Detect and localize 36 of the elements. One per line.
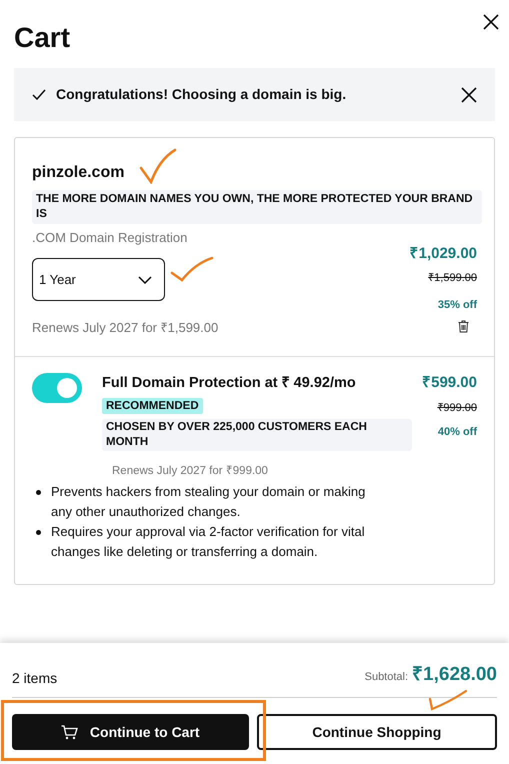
annotation-checkmark [170, 256, 214, 282]
term-select[interactable]: 1 Year [32, 258, 165, 301]
bullet-icon [36, 530, 41, 535]
original-price: ₹999.00 [437, 400, 477, 416]
cart-title: Cart [14, 21, 70, 55]
close-icon[interactable] [461, 86, 477, 102]
continue-to-cart-button[interactable]: Continue to Cart [12, 714, 248, 750]
feature-text: Requires your approval via 2-factor verification for vital changes like deleting or transferring a domain. [51, 522, 366, 561]
discount-label: 40% off [438, 425, 477, 440]
cart-icon [60, 724, 78, 740]
continue-shopping-button[interactable]: Continue Shopping [256, 714, 497, 750]
discount-label: 35% off [438, 298, 477, 312]
check-icon [32, 88, 46, 100]
subtotal-label: Subtotal: [364, 670, 408, 684]
trash-icon[interactable] [458, 320, 469, 333]
toggle-switch[interactable] [32, 372, 82, 402]
renewal-note: Renews July 2027 for ₹999.00 [112, 464, 269, 478]
product-label: .COM Domain Registration [32, 230, 188, 246]
price: ₹599.00 [422, 372, 477, 392]
banner-message: Congratulations! Choosing a domain is big. [56, 85, 348, 104]
recommended-badge: RECOMMENDED [102, 398, 203, 414]
protection-title: Full Domain Protection at ₹ 49.92/mo [102, 374, 357, 392]
customers-note: CHOSEN BY OVER 225,000 CUSTOMERS EACH MONTH [102, 418, 412, 450]
price: ₹1,029.00 [410, 244, 477, 264]
feature-text: Prevents hackers from stealing your domain or making any other unauthorized changes. [51, 482, 366, 521]
subtotal-amount: ₹1,628.00 [412, 662, 497, 686]
bullet-icon [36, 490, 41, 495]
original-price: ₹1,599.00 [428, 271, 477, 286]
renewal-note: Renews July 2027 for ₹1,599.00 [32, 319, 218, 337]
close-icon[interactable] [483, 14, 499, 30]
annotation-checkmark [428, 689, 468, 711]
chevron-down-icon [138, 276, 152, 284]
annotation-checkmark [139, 148, 177, 184]
tagline: THE MORE DOMAIN NAMES YOU OWN, THE MORE PROTECTED YOUR BRAND IS [32, 190, 482, 224]
domain-name: pinzole.com [32, 163, 124, 183]
item-count: 2 items [12, 669, 58, 688]
